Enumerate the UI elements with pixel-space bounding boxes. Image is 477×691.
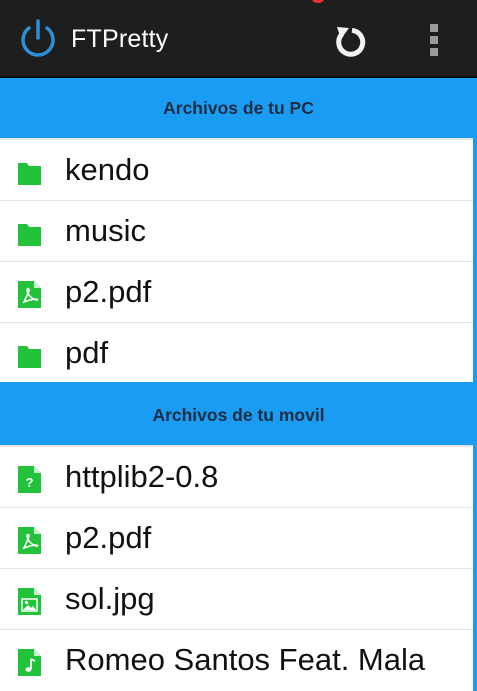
folder-icon — [18, 163, 41, 185]
file-name: pdf — [65, 335, 109, 370]
app-title: FTPretty — [71, 25, 169, 53]
file-name: p2.pdf — [65, 520, 152, 555]
list-item[interactable]: sol.jpg — [0, 569, 473, 630]
folder-icon — [18, 346, 41, 368]
file-name: httplib2-0.8 — [65, 459, 219, 494]
folder-icon — [18, 224, 41, 246]
section-header-mobile: Archivos de tu movil — [152, 404, 325, 425]
pdf-file-icon — [18, 281, 41, 308]
power-icon[interactable] — [18, 18, 58, 60]
file-name: sol.jpg — [65, 581, 155, 616]
mobile-files-section: Archivos de tu movil ? httplib2-0.8 p2.p… — [0, 385, 477, 691]
overflow-menu-button[interactable] — [412, 16, 456, 64]
mobile-file-list: ? httplib2-0.8 p2.pdf sol.jpg Romeo Sant… — [0, 445, 473, 691]
list-item[interactable]: Romeo Santos Feat. Mala — [0, 630, 473, 691]
action-bar: FTPretty — [0, 0, 477, 78]
list-item[interactable]: p2.pdf — [0, 508, 473, 569]
list-item[interactable]: kendo — [0, 140, 473, 201]
list-item[interactable]: music — [0, 201, 473, 262]
refresh-button[interactable] — [326, 20, 374, 64]
unknown-file-icon: ? — [18, 466, 41, 493]
image-file-icon — [18, 588, 41, 615]
pdf-file-icon — [18, 527, 41, 554]
refresh-icon — [336, 27, 366, 57]
svg-text:?: ? — [26, 475, 34, 490]
section-header-pc: Archivos de tu PC — [163, 97, 314, 118]
pc-files-section: Archivos de tu PC kendo music p2.pdf pdf — [0, 78, 477, 385]
music-file-icon — [18, 649, 41, 676]
file-name: Romeo Santos Feat. Mala — [65, 642, 426, 677]
list-item[interactable]: pdf — [0, 323, 473, 384]
list-item[interactable]: p2.pdf — [0, 262, 473, 323]
overflow-menu-icon — [430, 24, 438, 56]
file-name: p2.pdf — [65, 274, 152, 309]
status-dot — [312, 0, 324, 3]
pc-file-list: kendo music p2.pdf pdf — [0, 138, 473, 382]
file-name: kendo — [65, 152, 150, 187]
list-item[interactable]: ? httplib2-0.8 — [0, 447, 473, 508]
file-name: music — [65, 213, 146, 248]
